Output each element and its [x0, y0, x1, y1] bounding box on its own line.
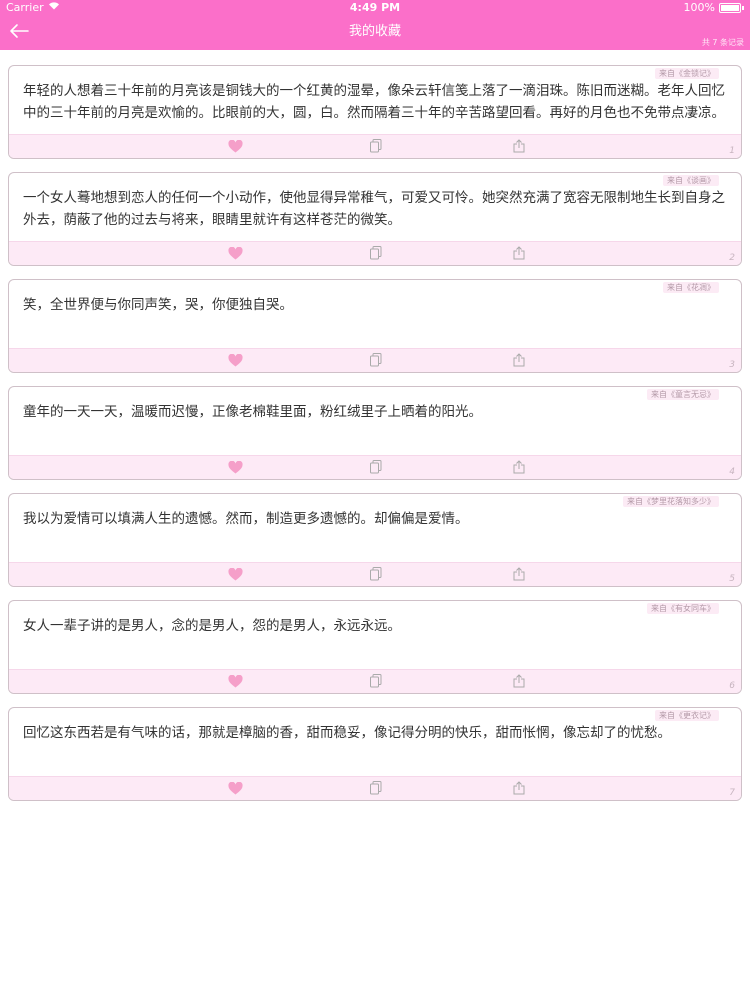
item-index: 5	[729, 574, 735, 584]
card-toolbar: 6	[9, 669, 741, 693]
record-count: 共 7 条记录	[701, 38, 744, 47]
like-button[interactable]	[227, 139, 243, 155]
heart-icon	[227, 566, 243, 585]
item-index: 6	[729, 681, 735, 691]
like-button[interactable]	[227, 246, 243, 262]
source-label: 来自《梦里花落知多少》	[623, 496, 719, 507]
share-button[interactable]	[511, 566, 527, 585]
share-button[interactable]	[511, 245, 527, 264]
share-icon	[513, 459, 525, 478]
like-button[interactable]	[227, 781, 243, 797]
source-label: 来自《花凋》	[663, 282, 719, 293]
copy-button[interactable]	[368, 780, 384, 799]
share-icon	[513, 138, 525, 157]
heart-icon	[227, 673, 243, 692]
quote-text: 笑，全世界便与你同声笑，哭，你便独自哭。	[23, 297, 293, 313]
quote-text: 一个女人蓦地想到恋人的任何一个小动作，使他显得异常稚气，可爱又可怜。她突然充满了…	[23, 190, 725, 228]
source-label: 来自《金锁记》	[655, 68, 719, 79]
status-bar: Carrier 4:49 PM 100%	[0, 0, 750, 16]
battery-icon	[719, 3, 741, 13]
card-toolbar: 7	[9, 776, 741, 800]
status-right: 100%	[684, 0, 744, 16]
copy-icon	[370, 138, 382, 157]
item-index: 3	[729, 360, 735, 370]
share-button[interactable]	[511, 780, 527, 799]
like-button[interactable]	[227, 460, 243, 476]
favorite-card: 来自《花凋》 笑，全世界便与你同声笑，哭，你便独自哭。 3	[8, 279, 742, 373]
favorite-card: 来自《谈画》 一个女人蓦地想到恋人的任何一个小动作，使他显得异常稚气，可爱又可怜…	[8, 172, 742, 266]
copy-button[interactable]	[368, 459, 384, 478]
battery-percent: 100%	[683, 1, 715, 14]
battery-tip	[742, 6, 744, 10]
share-button[interactable]	[511, 673, 527, 692]
like-button[interactable]	[227, 674, 243, 690]
card-toolbar: 1	[9, 134, 741, 158]
like-button[interactable]	[227, 567, 243, 583]
heart-icon	[227, 245, 243, 264]
share-icon	[513, 780, 525, 799]
favorite-card: 来自《金锁记》 年轻的人想着三十年前的月亮该是铜钱大的一个红黄的湿晕，像朵云轩信…	[8, 65, 742, 159]
heart-icon	[227, 780, 243, 799]
copy-icon	[370, 673, 382, 692]
source-label: 来自《更衣记》	[655, 710, 719, 721]
favorite-card: 来自《有女同车》 女人一辈子讲的是男人，念的是男人，怨的是男人，永远永远。 6	[8, 600, 742, 694]
heart-icon	[227, 138, 243, 157]
favorite-card: 来自《更衣记》 回忆这东西若是有气味的话，那就是樟脑的香，甜而稳妥，像记得分明的…	[8, 707, 742, 801]
card-toolbar: 5	[9, 562, 741, 586]
copy-icon	[370, 245, 382, 264]
like-button[interactable]	[227, 353, 243, 369]
copy-icon	[370, 459, 382, 478]
copy-button[interactable]	[368, 245, 384, 264]
copy-button[interactable]	[368, 352, 384, 371]
favorite-card: 来自《梦里花落知多少》 我以为爱情可以填满人生的遗憾。然而，制造更多遗憾的。却偏…	[8, 493, 742, 587]
copy-button[interactable]	[368, 566, 384, 585]
favorites-list: 来自《金锁记》 年轻的人想着三十年前的月亮该是铜钱大的一个红黄的湿晕，像朵云轩信…	[8, 65, 742, 814]
share-icon	[513, 566, 525, 585]
heart-icon	[227, 352, 243, 371]
item-index: 2	[729, 253, 735, 263]
quote-text: 女人一辈子讲的是男人，念的是男人，怨的是男人，永远永远。	[23, 618, 401, 634]
share-button[interactable]	[511, 459, 527, 478]
card-toolbar: 3	[9, 348, 741, 372]
item-index: 1	[729, 146, 735, 156]
copy-button[interactable]	[368, 673, 384, 692]
favorite-card: 来自《童言无忌》 童年的一天一天，温暖而迟慢，正像老棉鞋里面，粉红绒里子上晒着的…	[8, 386, 742, 480]
copy-icon	[370, 566, 382, 585]
copy-icon	[370, 352, 382, 371]
page-title: 我的收藏	[348, 24, 401, 39]
item-index: 4	[729, 467, 735, 477]
source-label: 来自《有女同车》	[647, 603, 719, 614]
quote-text: 童年的一天一天，温暖而迟慢，正像老棉鞋里面，粉红绒里子上晒着的阳光。	[23, 404, 482, 420]
copy-button[interactable]	[368, 138, 384, 157]
quote-text: 年轻的人想着三十年前的月亮该是铜钱大的一个红黄的湿晕，像朵云轩信笺上落了一滴泪珠…	[23, 83, 725, 121]
share-icon	[513, 245, 525, 264]
share-icon	[513, 352, 525, 371]
quote-text: 我以为爱情可以填满人生的遗憾。然而，制造更多遗憾的。却偏偏是爱情。	[23, 511, 469, 527]
item-index: 7	[729, 788, 735, 798]
copy-icon	[370, 780, 382, 799]
source-label: 来自《童言无忌》	[647, 389, 719, 400]
share-button[interactable]	[511, 352, 527, 371]
navigation-bar: 我的收藏 共 7 条记录	[0, 16, 750, 50]
heart-icon	[227, 459, 243, 478]
card-toolbar: 4	[9, 455, 741, 479]
source-label: 来自《谈画》	[663, 175, 719, 186]
status-time: 4:49 PM	[349, 1, 401, 14]
card-toolbar: 2	[9, 241, 741, 265]
share-button[interactable]	[511, 138, 527, 157]
quote-text: 回忆这东西若是有气味的话，那就是樟脑的香，甜而稳妥，像记得分明的快乐，甜而怅惘，…	[23, 725, 671, 741]
share-icon	[513, 673, 525, 692]
